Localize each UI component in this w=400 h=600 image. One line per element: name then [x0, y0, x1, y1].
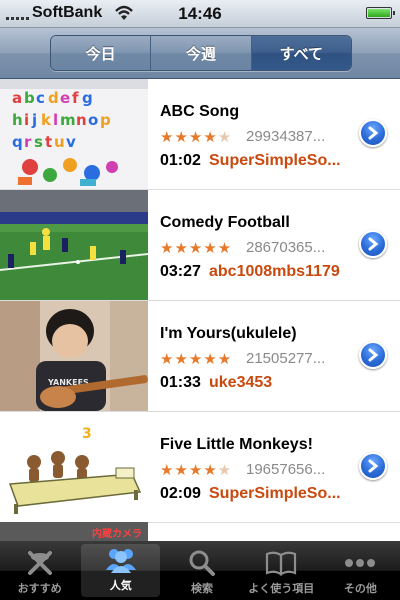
video-title: Comedy Football — [160, 214, 290, 231]
tab-label: よく使う項目 — [248, 583, 315, 595]
tab-label: 検索 — [191, 583, 213, 595]
view-count: 29934387... — [246, 128, 326, 145]
tab-featured[interactable]: おすすめ — [0, 541, 79, 600]
svg-text:q: q — [12, 133, 23, 151]
disclosure-button[interactable] — [359, 119, 387, 147]
time-range-segmented-control: 今日 今週 すべて — [50, 35, 352, 71]
football-match-thumbnail — [0, 190, 148, 300]
segment-all[interactable]: すべて — [251, 36, 351, 70]
tab-bar: おすすめ 人気 検索 よく使う項目 その他 — [0, 541, 400, 600]
tab-popular[interactable]: 人気 — [81, 544, 161, 597]
svg-text:n: n — [76, 111, 87, 129]
video-title: I'm Yours(ukulele) — [160, 325, 297, 342]
svg-text:e: e — [60, 89, 70, 107]
svg-text:c: c — [36, 89, 45, 107]
video-duration: 01:02 — [160, 152, 201, 169]
svg-text:t: t — [45, 133, 52, 151]
video-duration: 03:27 — [160, 263, 201, 280]
video-row-im-yours[interactable]: YANKEES I'm Yours(ukulele) ★★★★★ 2150527… — [0, 301, 400, 412]
video-title: Five Little Monkeys! — [160, 436, 313, 453]
svg-text:p: p — [100, 111, 111, 129]
svg-text:f: f — [72, 89, 79, 107]
video-row-comedy-football[interactable]: Comedy Football ★★★★★ 28670365... 03:27 … — [0, 190, 400, 301]
tab-label: その他 — [343, 583, 377, 595]
star-rating: ★★★★★ — [160, 240, 233, 257]
status-bar: SoftBank 14:46 — [0, 0, 400, 28]
uploader-name: abc1008mbs1179 — [209, 263, 340, 280]
svg-text:o: o — [88, 111, 98, 129]
video-duration: 02:09 — [160, 485, 201, 502]
disclosure-button[interactable] — [359, 452, 387, 480]
battery-icon — [366, 7, 395, 19]
video-row-five-little-monkeys[interactable]: 3 Five Little Monkeys! ★★★★★ 19657656...… — [0, 412, 400, 523]
video-duration: 01:33 — [160, 374, 201, 391]
video-row-abc-song[interactable]: a b c d e f g h i j k l m n o p q r s t — [0, 79, 400, 190]
video-row-partial[interactable]: 内蔵カメラ — [0, 522, 400, 541]
tab-search[interactable]: 検索 — [162, 541, 241, 600]
svg-text:g: g — [82, 89, 93, 107]
svg-text:b: b — [24, 89, 35, 107]
monkeys-on-bed-thumbnail: 3 — [0, 412, 148, 522]
people-icon — [104, 545, 138, 575]
partial-thumbnail-text: 内蔵カメラ — [92, 529, 142, 540]
view-count: 19657656... — [246, 461, 326, 478]
uploader-name: SuperSimpleSo... — [209, 485, 341, 502]
svg-text:a: a — [12, 89, 22, 107]
featured-icon — [23, 548, 57, 578]
star-rating: ★★★★★ — [160, 351, 233, 368]
svg-text:m: m — [60, 111, 76, 129]
tab-favorites[interactable]: よく使う項目 — [242, 541, 321, 600]
svg-text:l: l — [53, 111, 58, 129]
view-count: 28670365... — [246, 239, 326, 256]
svg-text:u: u — [54, 133, 65, 151]
svg-text:3: 3 — [82, 426, 92, 442]
svg-text:h: h — [12, 111, 23, 129]
svg-text:s: s — [34, 133, 43, 151]
status-time: 14:46 — [178, 4, 222, 23]
book-icon — [264, 548, 298, 578]
more-icon — [343, 548, 377, 578]
star-rating: ★★★★★ — [160, 129, 233, 146]
chevron-right-icon — [368, 237, 379, 251]
video-list[interactable]: a b c d e f g h i j k l m n o p q r s t — [0, 79, 400, 541]
svg-text:i: i — [24, 111, 29, 129]
chevron-right-icon — [368, 348, 379, 362]
search-icon — [185, 548, 219, 578]
child-playing-ukulele-thumbnail: YANKEES — [0, 301, 148, 411]
uploader-name: SuperSimpleSo... — [209, 152, 341, 169]
star-rating: ★★★★★ — [160, 462, 233, 479]
partial-thumbnail: 内蔵カメラ — [0, 522, 148, 541]
segment-today[interactable]: 今日 — [51, 36, 152, 70]
chevron-right-icon — [368, 126, 379, 140]
view-count: 21505277... — [246, 350, 326, 367]
svg-text:d: d — [48, 89, 59, 107]
video-title: ABC Song — [160, 103, 240, 120]
tab-label: おすすめ — [17, 583, 62, 595]
svg-text:k: k — [41, 111, 52, 129]
tab-label: 人気 — [109, 580, 132, 592]
tab-more[interactable]: その他 — [321, 541, 400, 600]
disclosure-button[interactable] — [359, 230, 387, 258]
svg-text:j: j — [31, 111, 37, 129]
segment-this-week[interactable]: 今週 — [151, 36, 252, 70]
svg-text:v: v — [66, 133, 76, 151]
alphabet-letters-thumbnail: a b c d e f g h i j k l m n o p q r s t — [0, 79, 148, 189]
svg-text:r: r — [24, 133, 32, 151]
uploader-name: uke3453 — [209, 374, 273, 391]
disclosure-button[interactable] — [359, 341, 387, 369]
chevron-right-icon — [368, 459, 379, 473]
navigation-bar: 今日 今週 すべて — [0, 28, 400, 79]
